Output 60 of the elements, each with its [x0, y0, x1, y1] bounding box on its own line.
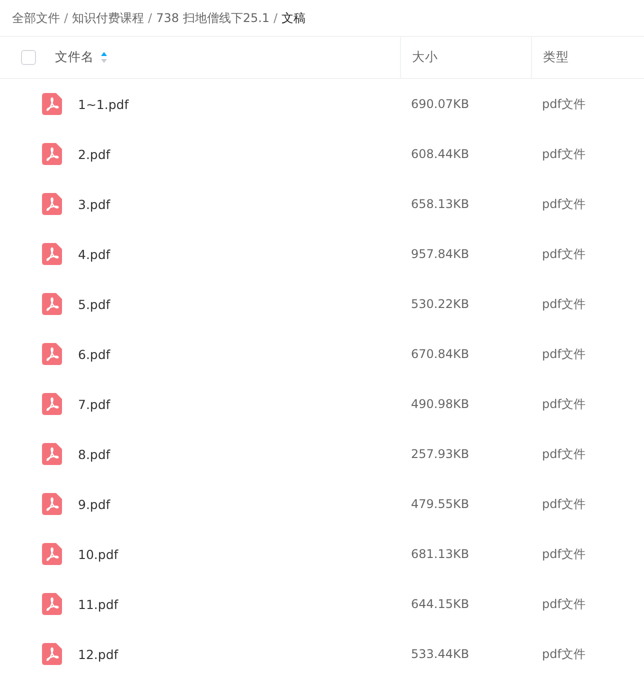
file-type: pdf文件	[542, 546, 586, 562]
breadcrumb-separator: /	[64, 11, 68, 25]
breadcrumb-link[interactable]: 738 扫地僧线下25.1	[156, 10, 270, 26]
pdf-file-icon	[42, 143, 62, 165]
file-type: pdf文件	[542, 496, 586, 512]
breadcrumb-current: 文稿	[282, 10, 306, 26]
pdf-file-icon	[42, 593, 62, 615]
file-type: pdf文件	[542, 596, 586, 612]
file-name[interactable]: 3.pdf	[78, 196, 110, 212]
file-size: 670.84KB	[411, 347, 470, 361]
file-name[interactable]: 12.pdf	[78, 646, 118, 662]
file-size: 490.98KB	[411, 397, 470, 411]
pdf-file-icon	[42, 293, 62, 315]
file-type: pdf文件	[542, 96, 586, 112]
pdf-file-icon	[42, 243, 62, 265]
pdf-file-icon	[42, 493, 62, 515]
file-size: 257.93KB	[411, 447, 470, 461]
file-size: 479.55KB	[411, 497, 470, 511]
pdf-file-icon	[42, 643, 62, 665]
file-name[interactable]: 9.pdf	[78, 496, 110, 512]
file-size: 644.15KB	[411, 597, 470, 611]
file-name[interactable]: 1~1.pdf	[78, 96, 129, 112]
file-size: 957.84KB	[411, 247, 470, 261]
column-header[interactable]: 大小	[412, 49, 438, 66]
pdf-file-icon	[42, 193, 62, 215]
breadcrumb-link[interactable]: 知识付费课程	[72, 10, 144, 26]
file-size: 690.07KB	[411, 97, 470, 111]
file-type: pdf文件	[542, 346, 586, 362]
file-size: 658.13KB	[411, 197, 470, 211]
file-name[interactable]: 8.pdf	[78, 446, 110, 462]
file-name[interactable]: 6.pdf	[78, 346, 110, 362]
pdf-file-icon	[42, 443, 62, 465]
file-size: 530.22KB	[411, 297, 470, 311]
file-size: 608.44KB	[411, 147, 470, 161]
file-type: pdf文件	[542, 146, 586, 162]
file-name[interactable]: 5.pdf	[78, 296, 110, 312]
file-type: pdf文件	[542, 246, 586, 262]
breadcrumb-separator: /	[148, 11, 152, 25]
pdf-file-icon	[42, 343, 62, 365]
file-name[interactable]: 11.pdf	[78, 596, 118, 612]
pdf-file-icon	[42, 543, 62, 565]
file-type: pdf文件	[542, 296, 586, 312]
file-name[interactable]: 10.pdf	[78, 546, 118, 562]
breadcrumb-separator: /	[274, 11, 278, 25]
file-type: pdf文件	[542, 196, 586, 212]
column-header[interactable]: 文件名	[55, 49, 94, 66]
file-size: 681.13KB	[411, 547, 470, 561]
file-name[interactable]: 2.pdf	[78, 146, 110, 162]
file-name[interactable]: 7.pdf	[78, 396, 110, 412]
pdf-file-icon	[42, 93, 62, 115]
file-type: pdf文件	[542, 646, 586, 662]
column-header[interactable]: 类型	[543, 49, 569, 66]
file-type: pdf文件	[542, 396, 586, 412]
breadcrumb-link[interactable]: 全部文件	[12, 10, 60, 26]
sort-icon[interactable]	[101, 52, 107, 63]
file-type: pdf文件	[542, 446, 586, 462]
pdf-file-icon	[42, 393, 62, 415]
file-size: 533.44KB	[411, 647, 470, 661]
file-name[interactable]: 4.pdf	[78, 246, 110, 262]
select-all-checkbox[interactable]	[21, 50, 36, 65]
